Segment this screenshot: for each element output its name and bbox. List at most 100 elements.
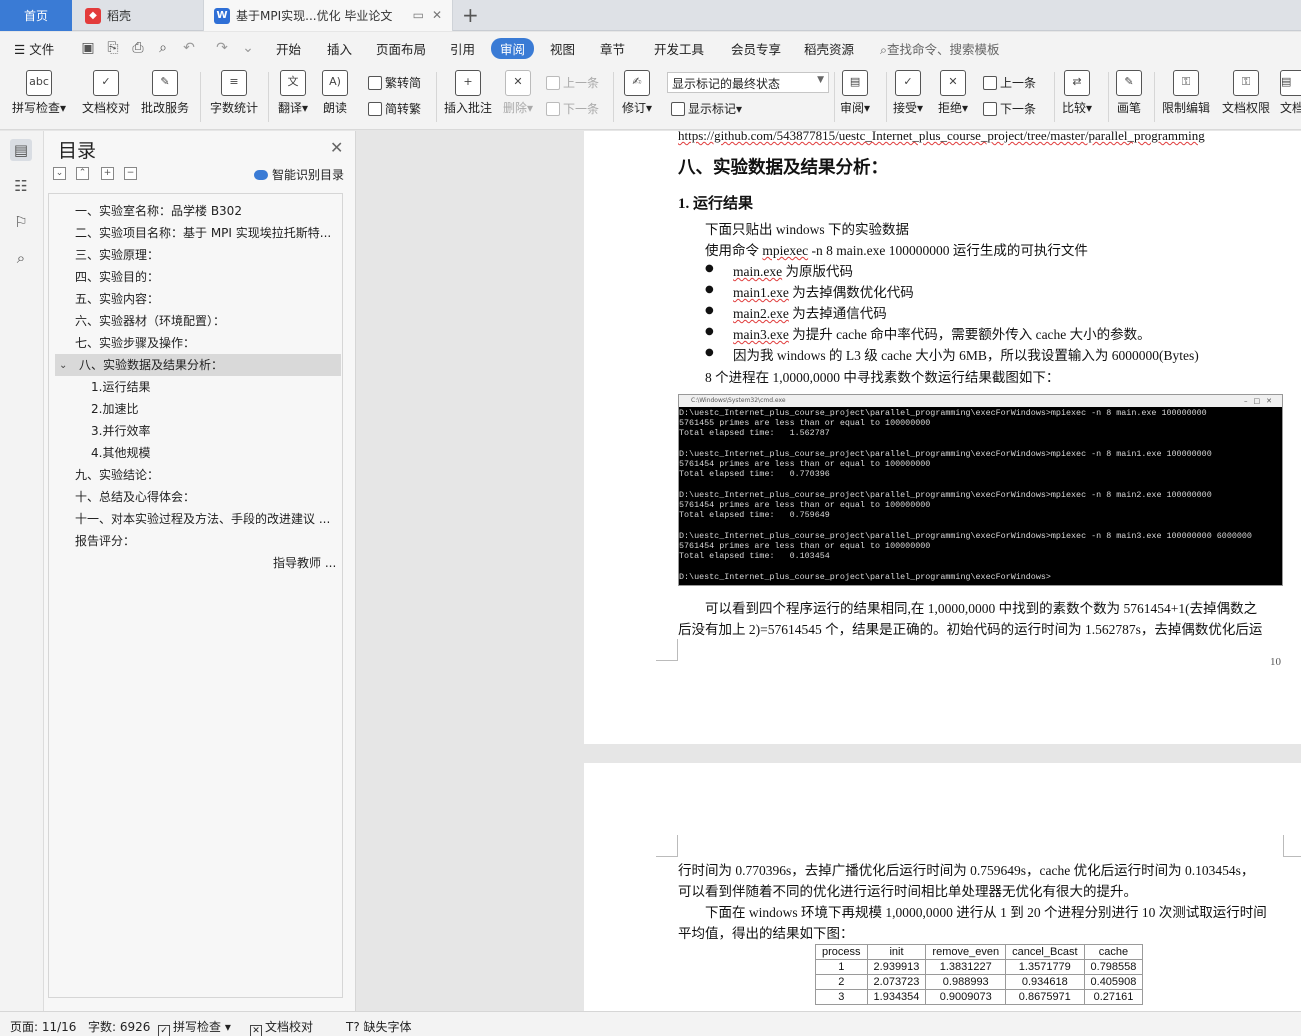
simp-to-trad-button[interactable]: 简转繁 — [368, 100, 421, 117]
document-page[interactable]: https://github.com/543877815/uestc_Inter… — [584, 131, 1301, 744]
text-run: -n 8 main.exe 100000000 运行生成的可执行文件 — [808, 243, 1088, 258]
print-preview-icon[interactable]: ⌕ — [155, 40, 171, 56]
document-page[interactable]: 行时间为 0.770396s，去掉广播优化后运行时间为 0.759649s，ca… — [584, 763, 1301, 1011]
spell-check-button[interactable]: abc 拼写检查▾ — [12, 70, 66, 116]
file-menu[interactable]: ☰ 文件 — [14, 39, 54, 58]
word-count-button[interactable]: ≡ 字数统计 — [210, 70, 258, 116]
toc-subitem[interactable]: 2.加速比 — [91, 398, 337, 420]
close-icon[interactable]: ✕ — [330, 138, 343, 157]
print-icon[interactable]: ⎙ — [130, 40, 146, 56]
delete-comment-button[interactable]: ✕ 删除▾ — [503, 70, 533, 116]
review-pane-button[interactable]: ▤ 审阅▾ — [840, 70, 870, 116]
trad-to-simp-label: 繁转简 — [385, 76, 422, 90]
dropdown-caret-icon: ▾ — [736, 102, 743, 116]
spell-check-toggle[interactable]: ✓ 拼写检查 ▾ — [158, 1018, 231, 1036]
translate-button[interactable]: 文翻译▾ — [278, 70, 308, 116]
repo-link[interactable]: https://github.com/543877815/uestc_Inter… — [678, 131, 1205, 144]
search-icon[interactable]: ⌕ — [10, 247, 32, 269]
toc-subitem[interactable]: 3.并行效率 — [91, 420, 337, 442]
next-change-button[interactable]: 下一条 — [983, 100, 1036, 117]
markup-state-select[interactable]: 显示标记的最终状态 ▼ — [667, 72, 829, 93]
tab-daoke[interactable]: ◆ 稻壳 — [73, 0, 201, 31]
new-tab-button[interactable]: + — [462, 3, 479, 27]
toc-item[interactable]: 五、实验内容： — [75, 288, 337, 310]
restrict-editing-button[interactable]: ⚿ 限制编辑 — [1162, 70, 1210, 116]
bookmark-icon[interactable]: ⚐ — [10, 211, 32, 233]
delete-comment-icon: ✕ — [505, 70, 532, 96]
menu-references[interactable]: 引用 — [450, 39, 475, 58]
table-header-row: process init remove_even cancel_Bcast cache — [815, 944, 1144, 960]
toc-item[interactable]: 十、总结及心得体会： — [75, 486, 337, 508]
tab-document[interactable]: W 基于MPI实现...优化 毕业论文 ▭ ✕ — [203, 0, 453, 31]
table-cell: 0.405908 — [1083, 974, 1144, 990]
collapse-all-icon[interactable]: ⌄ — [53, 167, 66, 180]
file-menu-label: 文件 — [29, 42, 55, 57]
menu-developer[interactable]: 开发工具 — [654, 39, 704, 58]
tab-home[interactable]: 首页 — [0, 0, 72, 31]
word-count-indicator[interactable]: 字数: 6926 — [88, 1018, 150, 1035]
menu-page-layout[interactable]: 页面布局 — [376, 39, 426, 58]
export-pdf-icon[interactable]: ⎘ — [105, 40, 121, 56]
menu-daoke-resources[interactable]: 稻壳资源 — [804, 39, 854, 58]
bullet-icon: ● — [705, 305, 714, 316]
save-icon[interactable]: ▣ — [80, 40, 96, 56]
chevron-down-icon[interactable]: ⌄ — [59, 360, 67, 371]
add-entry-icon[interactable]: + — [101, 167, 114, 180]
menu-insert[interactable]: 插入 — [327, 39, 352, 58]
page-indicator[interactable]: 页面: 11/16 — [10, 1018, 76, 1035]
toc-subitem[interactable]: 4.其他规模 — [91, 442, 337, 464]
remove-entry-icon[interactable]: − — [124, 167, 137, 180]
expand-all-icon[interactable]: ⌃ — [76, 167, 89, 180]
pen-button[interactable]: ✎ 画笔 — [1116, 70, 1142, 116]
document-canvas[interactable]: ▤ ▾ https://github.com/543877815/uestc_I… — [357, 131, 1301, 1011]
accept-change-button[interactable]: ✓ 接受▾ — [893, 70, 923, 116]
command-search[interactable]: ⌕查找命令、搜索模板 — [880, 39, 1000, 58]
menu-view[interactable]: 视图 — [550, 39, 575, 58]
toc-item[interactable]: 指导教师 ... — [273, 552, 337, 574]
more-doc-button[interactable]: ▤ 文档 — [1280, 70, 1301, 116]
pen-label: 画笔 — [1116, 101, 1141, 115]
read-aloud-button[interactable]: A) 朗读 — [322, 70, 348, 116]
track-changes-button[interactable]: ✍ 修订▾ — [622, 70, 652, 116]
toc-item[interactable]: 四、实验目的： — [75, 266, 337, 288]
show-markup-button[interactable]: 显示标记▾ — [671, 100, 742, 117]
toc-item[interactable]: 三、实验原理： — [75, 244, 337, 266]
doc-proofread-button[interactable]: ✓ 文档校对 — [82, 70, 130, 116]
smart-toc-button[interactable]: 智能识别目录 — [254, 166, 344, 183]
batch-service-button[interactable]: ✎ 批改服务 — [141, 70, 189, 116]
redo-icon[interactable]: ↷ — [214, 40, 230, 56]
missing-font-button[interactable]: T? 缺失字体 — [346, 1018, 412, 1035]
tab-window-icon[interactable]: ▭ — [413, 8, 424, 22]
undo-icon[interactable]: ↶ — [181, 40, 197, 56]
next-comment-button[interactable]: 下一条 — [546, 100, 599, 117]
toc-item[interactable]: 七、实验步骤及操作： — [75, 332, 337, 354]
toc-item[interactable]: 九、实验结论： — [75, 464, 337, 486]
word-count-label: 字数统计 — [210, 101, 259, 115]
menu-review[interactable]: 审阅 — [491, 38, 535, 59]
toc-item[interactable]: 报告评分： — [75, 530, 337, 552]
toc-item-selected[interactable]: 八、实验数据及结果分析： — [55, 354, 341, 376]
prev-comment-button[interactable]: 上一条 — [546, 74, 599, 91]
doc-proofread-toggle[interactable]: ✕ 文档校对 — [250, 1018, 313, 1036]
more-chevron-icon[interactable]: ⌄ — [240, 40, 256, 56]
toc-icon[interactable]: ▤ — [10, 139, 32, 161]
terminal-line: 5761455 primes are less than or equal to… — [679, 418, 931, 428]
toc-item[interactable]: 十一、对本实验过程及方法、手段的改进建议 ... — [75, 508, 337, 530]
menu-start[interactable]: 开始 — [276, 39, 301, 58]
insert-comment-button[interactable]: + 插入批注 — [444, 70, 492, 116]
doc-rights-button[interactable]: ⚿ 文档权限 — [1222, 70, 1270, 116]
menu-member[interactable]: 会员专享 — [731, 39, 781, 58]
toc-item[interactable]: 六、实验器材（环境配置）： — [75, 310, 337, 332]
compare-button[interactable]: ⇄ 比较▾ — [1062, 70, 1092, 116]
tab-close-icon[interactable]: ✕ — [432, 8, 442, 22]
toc-item[interactable]: 二、实验项目名称：基于 MPI 实现埃拉托斯特... — [75, 222, 337, 244]
chapter-nav-icon[interactable]: ☷ — [10, 175, 32, 197]
crop-mark — [656, 639, 678, 661]
terminal-title: C:\Windows\System32\cmd.exe — [691, 397, 786, 404]
toc-subitem[interactable]: 1.运行结果 — [91, 376, 337, 398]
reject-change-button[interactable]: ✕ 拒绝▾ — [938, 70, 968, 116]
toc-item[interactable]: 一、实验室名称：品学楼 B302 — [75, 200, 337, 222]
prev-change-button[interactable]: 上一条 — [983, 74, 1036, 91]
trad-to-simp-button[interactable]: 繁转简 — [368, 74, 421, 91]
menu-chapter[interactable]: 章节 — [600, 39, 625, 58]
